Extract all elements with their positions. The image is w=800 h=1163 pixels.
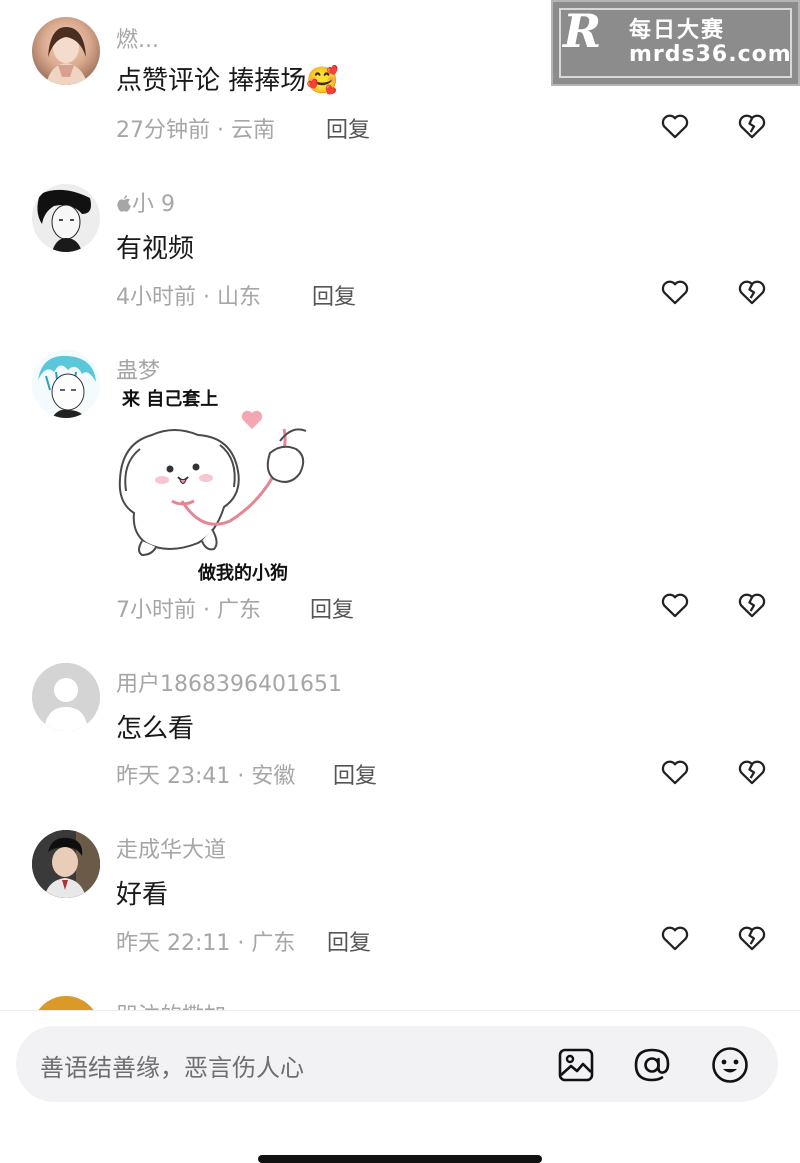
reply-button[interactable]: 回复 bbox=[333, 758, 377, 790]
sticker-caption-bottom: 做我的小狗 bbox=[197, 562, 288, 583]
at-icon[interactable] bbox=[632, 1045, 672, 1085]
comment-text: 有视频 bbox=[116, 234, 195, 264]
comment-time-location: 7小时前 · 广东 bbox=[116, 598, 261, 623]
comment-username[interactable]: 走成华大道 bbox=[116, 832, 226, 864]
avatar[interactable] bbox=[32, 184, 100, 252]
comment-input[interactable]: 善语结善缘，恶言伤人心 bbox=[16, 1026, 778, 1102]
comment-username[interactable]: 用户1868396401651 bbox=[116, 666, 342, 698]
heart-outline-icon[interactable] bbox=[658, 754, 692, 788]
comment-username[interactable]: 燃... bbox=[116, 22, 159, 54]
heart-outline-icon[interactable] bbox=[658, 108, 692, 142]
watermark-logo: R bbox=[563, 4, 602, 58]
avatar[interactable] bbox=[32, 350, 100, 418]
broken-heart-icon[interactable] bbox=[735, 108, 769, 142]
comment-time-location: 4小时前 · 山东 bbox=[116, 285, 261, 310]
broken-heart-icon[interactable] bbox=[735, 754, 769, 788]
avatar[interactable] bbox=[32, 830, 100, 898]
comment-time-location: 昨天 23:41 · 安徽 bbox=[116, 764, 296, 789]
broken-heart-icon[interactable] bbox=[735, 920, 769, 954]
sticker-caption-top: 来 自己套上 bbox=[121, 388, 218, 410]
apple-icon bbox=[116, 193, 132, 219]
reply-button[interactable]: 回复 bbox=[310, 592, 354, 624]
reply-button[interactable]: 回复 bbox=[312, 279, 356, 311]
home-indicator bbox=[258, 1155, 542, 1163]
default-avatar[interactable] bbox=[32, 663, 100, 731]
comment-input-placeholder: 善语结善缘，恶言伤人心 bbox=[40, 1054, 304, 1082]
divider bbox=[0, 1010, 800, 1011]
image-icon[interactable] bbox=[556, 1045, 596, 1085]
avatar[interactable] bbox=[32, 17, 100, 85]
heart-outline-icon[interactable] bbox=[658, 920, 692, 954]
comment-username-text: 小 9 bbox=[132, 192, 175, 217]
emoji-icon[interactable] bbox=[710, 1045, 750, 1085]
watermark: R 每日大赛 mrds36.com bbox=[551, 0, 800, 86]
comment-time-location: 27分钟前 · 云南 bbox=[116, 118, 275, 143]
reply-button[interactable]: 回复 bbox=[327, 925, 371, 957]
comment-time-location: 昨天 22:11 · 广东 bbox=[116, 931, 296, 956]
comment-username[interactable]: 小 9 bbox=[116, 186, 175, 219]
heart-outline-icon[interactable] bbox=[658, 274, 692, 308]
watermark-url: mrds36.com bbox=[629, 42, 792, 67]
reply-button[interactable]: 回复 bbox=[326, 112, 370, 144]
comment-text: 点赞评论 捧捧场🥰 bbox=[116, 66, 339, 96]
broken-heart-icon[interactable] bbox=[735, 587, 769, 621]
heart-outline-icon[interactable] bbox=[658, 587, 692, 621]
comment-text: 好看 bbox=[116, 880, 169, 910]
broken-heart-icon[interactable] bbox=[735, 274, 769, 308]
comment-username[interactable]: 蛊梦 bbox=[116, 353, 160, 385]
sticker-image[interactable]: 来 自己套上 做我的小狗 bbox=[112, 383, 312, 584]
watermark-title: 每日大赛 bbox=[629, 18, 726, 43]
comment-text: 怎么看 bbox=[116, 714, 195, 744]
